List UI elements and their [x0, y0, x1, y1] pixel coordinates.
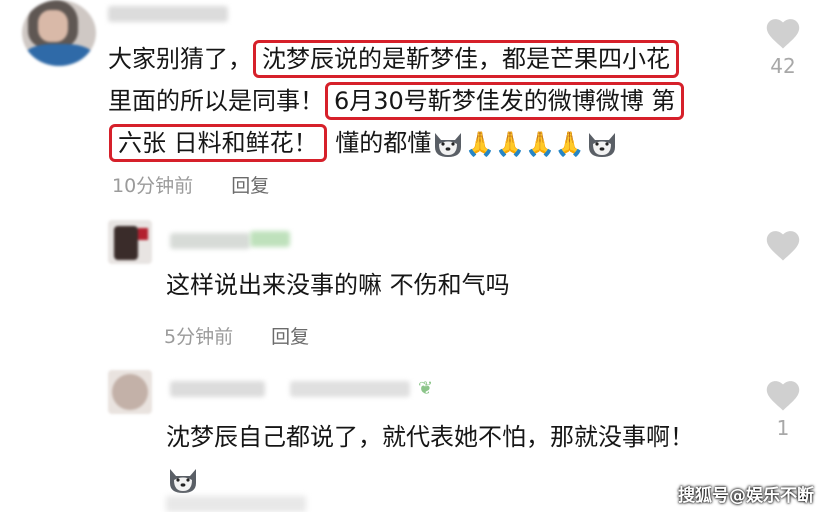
comment-meta: 10分钟前 回复 [112, 171, 269, 198]
doge-emoji-icon [588, 133, 615, 157]
highlighted-text: 沈梦辰说的是靳梦佳，都是芒果四小花 [253, 40, 679, 78]
comment-time: 5分钟前 [164, 326, 234, 348]
comment-text-segment: 大家别猜了， [108, 45, 252, 73]
like-button[interactable]: 1 [759, 378, 807, 440]
reply-body: 沈梦辰自己都说了，就代表她不怕，那就没事啊！ [166, 416, 694, 500]
user-badge-blurred [290, 381, 410, 397]
user-badge-blurred [250, 231, 290, 247]
truncated-comment [166, 496, 306, 512]
reply-button[interactable]: 回复 [231, 175, 269, 197]
folded-hands-icon: 🙏🙏🙏🙏 [465, 130, 585, 158]
username-blurred[interactable] [170, 233, 250, 249]
comment-meta: 5分钟前 回复 [164, 322, 309, 349]
comment-text-segment: 里面的所以是同事！ [108, 87, 324, 115]
doge-emoji-icon [435, 133, 462, 157]
like-count: 42 [770, 54, 796, 78]
like-button[interactable] [759, 228, 807, 262]
reply-button[interactable]: 回复 [271, 326, 309, 348]
highlighted-text: 六张 日料和鲜花！ [109, 124, 327, 162]
comment-time: 10分钟前 [112, 175, 194, 197]
heart-icon [766, 231, 800, 261]
comment-thread: 大家别猜了， 沈梦辰说的是靳梦佳，都是芒果四小花 里面的所以是同事！ 6月30号靳梦… [0, 0, 826, 512]
heart-icon [766, 19, 800, 49]
heart-icon [766, 381, 800, 411]
username-blurred[interactable] [170, 381, 265, 397]
like-button[interactable]: 42 [759, 16, 807, 78]
reply-body: 这样说出来没事的嘛 不伤和气吗 [166, 271, 510, 299]
comment-body: 大家别猜了， 沈梦辰说的是靳梦佳，都是芒果四小花 里面的所以是同事！ 6月30号靳梦… [108, 38, 758, 164]
comment-text-segment: 懂的都懂 [335, 129, 432, 157]
doge-emoji-icon [170, 469, 196, 493]
watermark: 搜狐号@娱乐不断 [678, 486, 814, 506]
reply-text: 沈梦辰自己都说了，就代表她不怕，那就没事啊！ [166, 423, 694, 451]
leaf-icon: ❦ [418, 378, 434, 399]
user-avatar[interactable] [108, 220, 152, 264]
like-count: 1 [776, 416, 790, 440]
user-avatar[interactable] [108, 370, 152, 414]
username-blurred[interactable] [108, 6, 228, 22]
highlighted-text: 6月30号靳梦佳发的微博微博 第 [325, 82, 685, 120]
user-avatar[interactable] [22, 0, 96, 66]
